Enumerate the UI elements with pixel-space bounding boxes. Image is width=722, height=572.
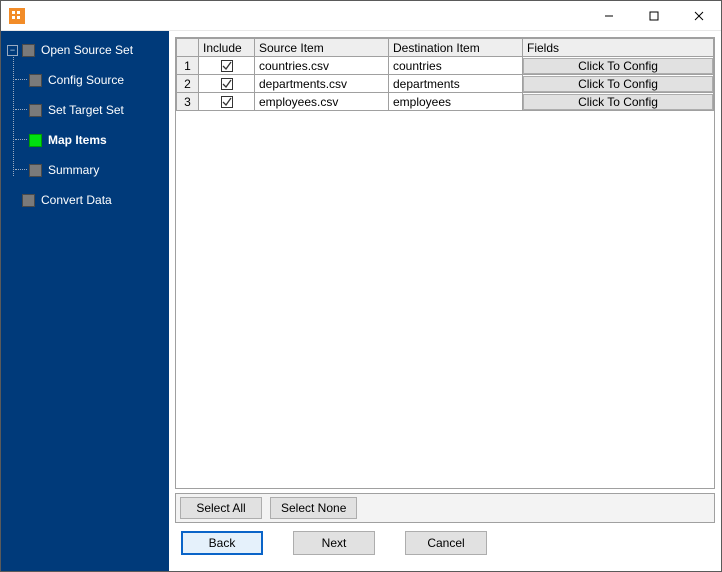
select-all-button[interactable]: Select All (180, 497, 262, 519)
tree-line (13, 51, 14, 176)
selection-bar: Select All Select None (175, 493, 715, 523)
destination-item-cell[interactable]: employees (389, 93, 523, 111)
row-number: 2 (177, 75, 199, 93)
tree-label: Open Source Set (41, 43, 133, 57)
maximize-icon (649, 11, 659, 21)
cancel-button[interactable]: Cancel (405, 531, 487, 555)
row-number: 3 (177, 93, 199, 111)
items-grid-wrap: Include Source Item Destination Item Fie… (175, 37, 715, 489)
fields-cell: Click To Config (523, 57, 714, 75)
tree-label: Map Items (48, 133, 107, 147)
tree-connector (15, 139, 27, 140)
grid-corner (177, 39, 199, 57)
tree-box-icon (22, 194, 35, 207)
main-panel: Include Source Item Destination Item Fie… (169, 31, 721, 571)
select-none-button[interactable]: Select None (270, 497, 357, 519)
table-row[interactable]: 1 countries.csvcountriesClick To Config (177, 57, 714, 75)
titlebar (1, 1, 721, 31)
include-cell[interactable] (199, 93, 255, 111)
fields-cell: Click To Config (523, 75, 714, 93)
grid-header-row: Include Source Item Destination Item Fie… (177, 39, 714, 57)
tree-node-map-items[interactable]: Map Items (29, 129, 165, 151)
source-item-cell[interactable]: departments.csv (255, 75, 389, 93)
maximize-button[interactable] (631, 1, 676, 30)
checkbox-icon[interactable] (221, 96, 233, 108)
tree-label: Convert Data (41, 193, 112, 207)
tree-connector (15, 109, 27, 110)
include-cell[interactable] (199, 57, 255, 75)
config-fields-button[interactable]: Click To Config (523, 58, 713, 74)
tree-box-icon (29, 74, 42, 87)
source-item-cell[interactable]: employees.csv (255, 93, 389, 111)
tree-node-open-source-set[interactable]: − Open Source Set (7, 39, 165, 61)
row-number: 1 (177, 57, 199, 75)
destination-item-cell[interactable]: departments (389, 75, 523, 93)
include-cell[interactable] (199, 75, 255, 93)
tree-label: Summary (48, 163, 99, 177)
tree-node-config-source[interactable]: Config Source (29, 69, 165, 91)
back-button[interactable]: Back (181, 531, 263, 555)
source-item-cell[interactable]: countries.csv (255, 57, 389, 75)
close-button[interactable] (676, 1, 721, 30)
tree-label: Set Target Set (48, 103, 124, 117)
tree-expander-icon[interactable]: − (7, 45, 18, 56)
tree-connector (15, 79, 27, 80)
checkbox-icon[interactable] (221, 60, 233, 72)
destination-item-cell[interactable]: countries (389, 57, 523, 75)
app-window: − Open Source Set Config Source Set Targ… (0, 0, 722, 572)
wizard-footer: Back Next Cancel (175, 523, 715, 565)
tree-label: Config Source (48, 73, 124, 87)
table-row[interactable]: 2 departments.csvdepartmentsClick To Conf… (177, 75, 714, 93)
tree-box-icon (29, 104, 42, 117)
tree-box-icon (29, 164, 42, 177)
app-icon (9, 8, 25, 24)
close-icon (694, 11, 704, 21)
col-header-dest[interactable]: Destination Item (389, 39, 523, 57)
col-header-source[interactable]: Source Item (255, 39, 389, 57)
col-header-fields[interactable]: Fields (523, 39, 714, 57)
checkbox-icon[interactable] (221, 78, 233, 90)
minimize-icon (604, 11, 614, 21)
config-fields-button[interactable]: Click To Config (523, 94, 713, 110)
tree-box-icon (22, 44, 35, 57)
tree-node-set-target-set[interactable]: Set Target Set (29, 99, 165, 121)
tree-node-summary[interactable]: Summary (29, 159, 165, 181)
items-grid: Include Source Item Destination Item Fie… (176, 38, 714, 111)
col-header-include[interactable]: Include (199, 39, 255, 57)
table-row[interactable]: 3 employees.csvemployeesClick To Config (177, 93, 714, 111)
tree-node-convert-data[interactable]: Convert Data (7, 189, 165, 211)
tree-box-icon (29, 134, 42, 147)
minimize-button[interactable] (586, 1, 631, 30)
window-body: − Open Source Set Config Source Set Targ… (1, 31, 721, 571)
config-fields-button[interactable]: Click To Config (523, 76, 713, 92)
wizard-sidebar: − Open Source Set Config Source Set Targ… (1, 31, 169, 571)
tree-connector (15, 169, 27, 170)
next-button[interactable]: Next (293, 531, 375, 555)
fields-cell: Click To Config (523, 93, 714, 111)
